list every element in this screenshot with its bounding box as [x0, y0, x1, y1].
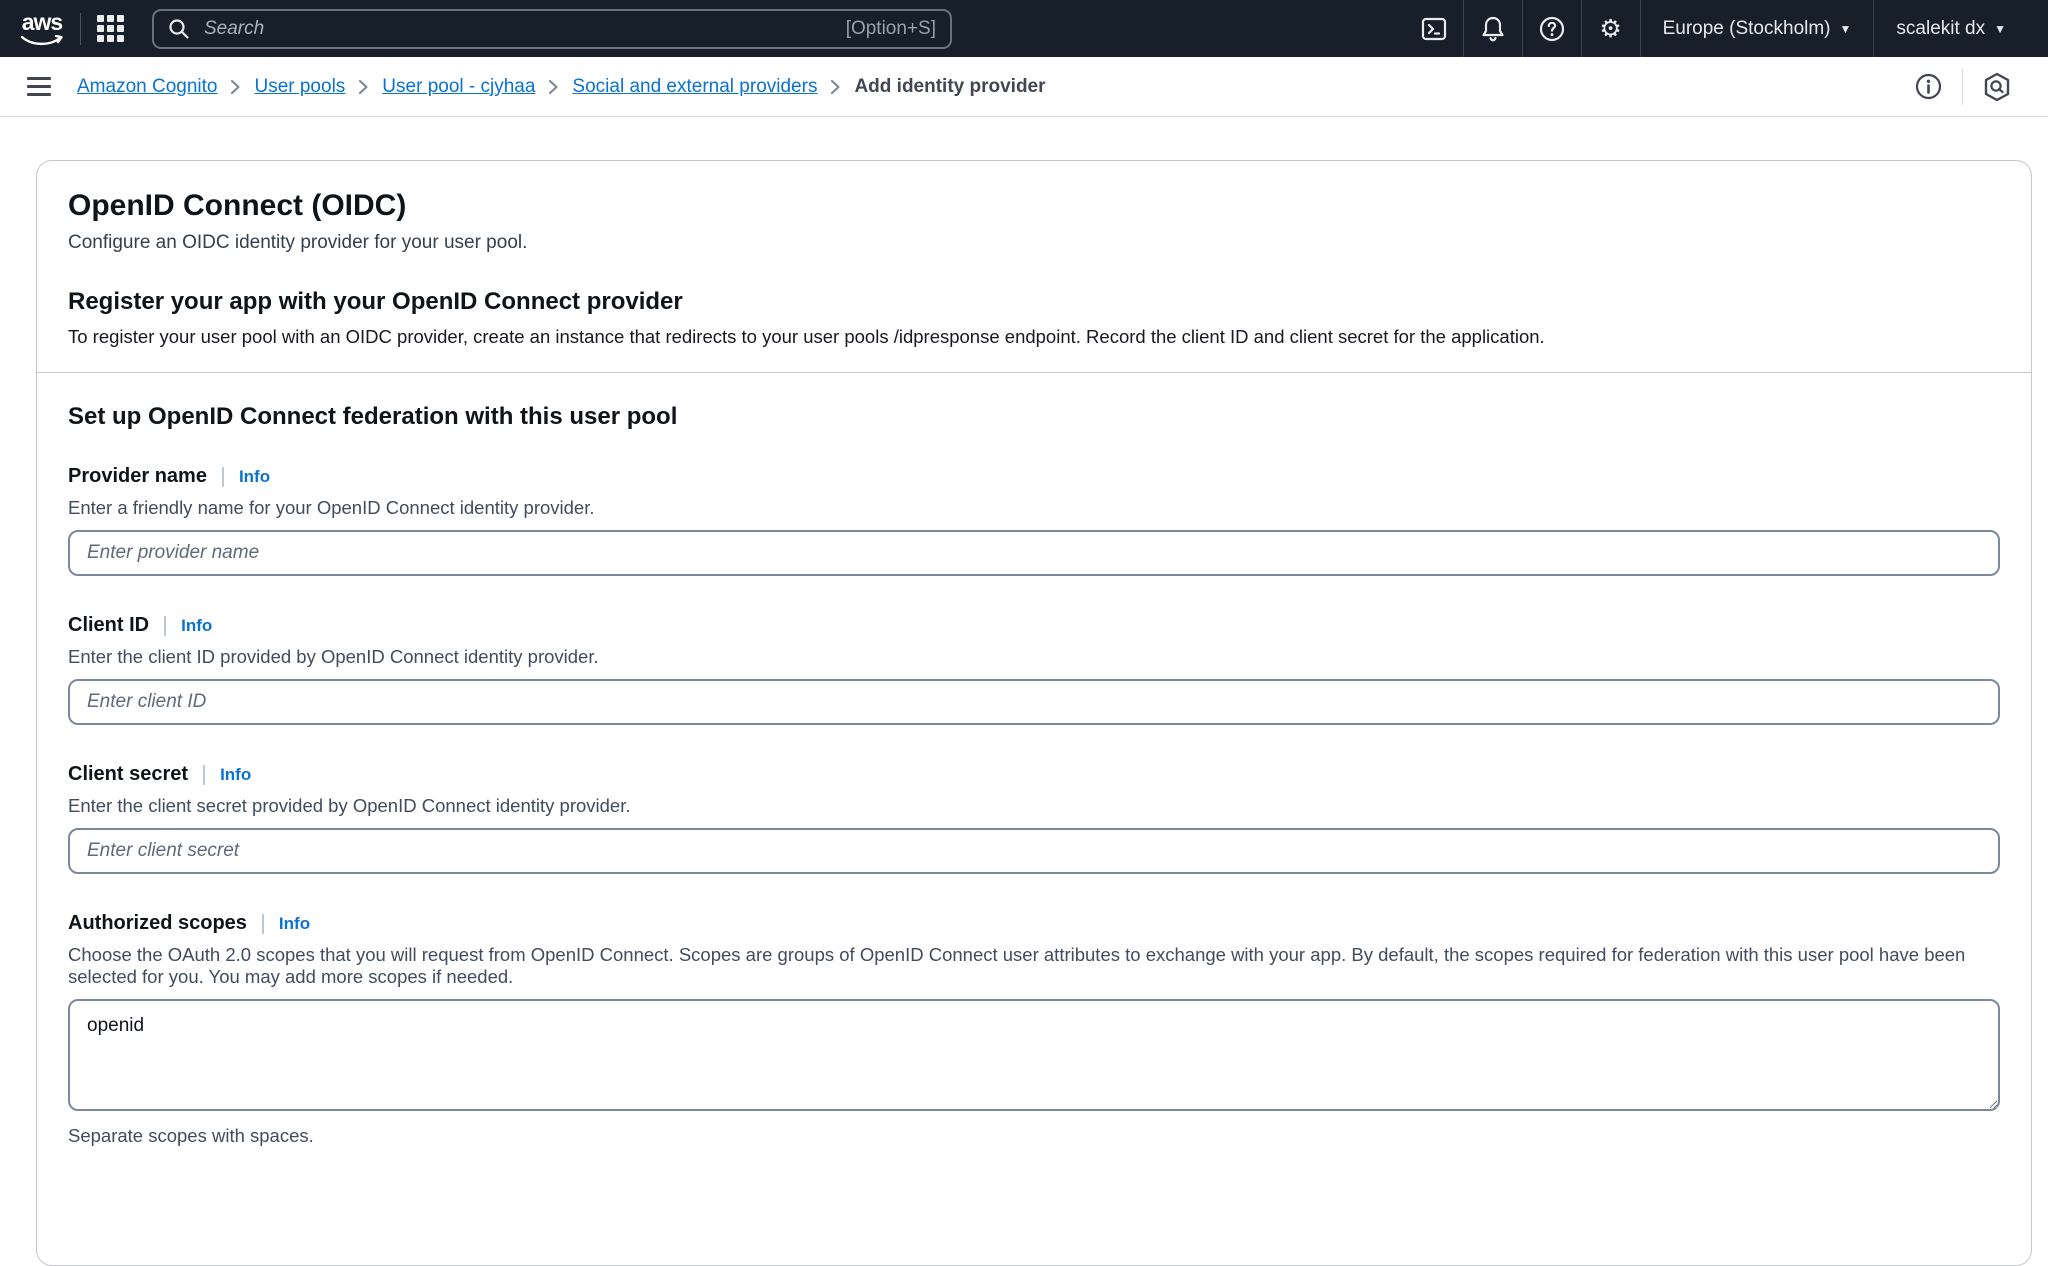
authorized-scopes-description: Choose the OAuth 2.0 scopes that you wil…: [68, 944, 2000, 988]
client-secret-label: Client secret: [68, 763, 188, 786]
section-divider: [37, 372, 2031, 373]
breadcrumb-right-tools: [1904, 69, 2021, 105]
amazon-q-button[interactable]: [1973, 72, 2021, 102]
settings-button[interactable]: ⚙: [1582, 0, 1640, 57]
label-divider: [203, 765, 205, 785]
page-subtitle: Configure an OIDC identity provider for …: [68, 232, 2000, 254]
client-secret-input[interactable]: [68, 828, 2000, 874]
search-input[interactable]: [202, 17, 834, 41]
aws-logo-text: aws: [22, 11, 62, 34]
scopes-constraint-text: Separate scopes with spaces.: [68, 1125, 2000, 1147]
client-secret-description: Enter the client secret provided by Open…: [68, 795, 2000, 817]
region-selector[interactable]: Europe (Stockholm) ▼: [1641, 0, 1874, 57]
provider-name-description: Enter a friendly name for your OpenID Co…: [68, 497, 2000, 519]
breadcrumb-chevron-icon: [358, 78, 369, 96]
provider-name-input[interactable]: [68, 530, 2000, 576]
client-id-input[interactable]: [68, 679, 2000, 725]
breadcrumb-link-cognito[interactable]: Amazon Cognito: [77, 76, 217, 98]
setup-federation-heading: Set up OpenID Connect federation with th…: [68, 403, 2000, 431]
topbar-right-group: ⚙ Europe (Stockholm) ▼ scalekit dx ▼: [1405, 0, 2028, 57]
client-id-field: Client ID Info Enter the client ID provi…: [68, 614, 2000, 725]
label-divider: [262, 914, 264, 934]
side-nav-toggle[interactable]: [27, 77, 51, 96]
register-app-heading: Register your app with your OpenID Conne…: [68, 288, 2000, 316]
chevron-down-icon: ▼: [1994, 22, 2006, 36]
client-secret-field: Client secret Info Enter the client secr…: [68, 763, 2000, 874]
global-search[interactable]: [Option+S]: [152, 9, 952, 49]
aws-logo[interactable]: aws: [20, 11, 64, 47]
info-circle-icon: [1915, 73, 1942, 100]
cloudshell-button[interactable]: [1405, 0, 1463, 57]
notifications-button[interactable]: [1464, 0, 1522, 57]
cloudshell-terminal-icon: [1421, 16, 1447, 42]
register-app-description: To register your user pool with an OIDC …: [68, 326, 2000, 348]
breadcrumb-link-user-pool-cjyhaa[interactable]: User pool - cjyhaa: [382, 76, 535, 98]
breadcrumb-chevron-icon: [230, 78, 241, 96]
breadcrumb-bar: Amazon Cognito User pools User pool - cj…: [0, 57, 2048, 117]
client-secret-info-link[interactable]: Info: [220, 765, 251, 785]
account-menu[interactable]: scalekit dx ▼: [1874, 0, 2028, 57]
client-id-info-link[interactable]: Info: [181, 616, 212, 636]
breadcrumb-current: Add identity provider: [854, 76, 1045, 98]
authorized-scopes-textarea[interactable]: openid: [68, 999, 2000, 1111]
search-shortcut-hint: [Option+S]: [846, 18, 936, 40]
breadcrumb-link-social-providers[interactable]: Social and external providers: [572, 76, 817, 98]
question-circle-icon: [1539, 16, 1565, 42]
breadcrumb-tools-separator: [1962, 69, 1963, 105]
breadcrumb-chevron-icon: [830, 78, 841, 96]
page-title: OpenID Connect (OIDC): [68, 189, 2000, 223]
help-button[interactable]: [1523, 0, 1581, 57]
region-label: Europe (Stockholm): [1663, 18, 1831, 40]
breadcrumb-chevron-icon: [548, 78, 559, 96]
aws-smile-icon: [20, 35, 64, 47]
account-label: scalekit dx: [1896, 18, 1985, 40]
authorized-scopes-label: Authorized scopes: [68, 912, 247, 935]
services-grid-icon[interactable]: [97, 15, 124, 42]
breadcrumb: Amazon Cognito User pools User pool - cj…: [77, 76, 1046, 98]
bell-icon: [1481, 16, 1505, 42]
search-icon: [168, 18, 190, 40]
breadcrumb-link-user-pools[interactable]: User pools: [254, 76, 345, 98]
label-divider: [164, 616, 166, 636]
chevron-down-icon: ▼: [1840, 22, 1852, 36]
provider-name-label: Provider name: [68, 465, 207, 488]
provider-name-field: Provider name Info Enter a friendly name…: [68, 465, 2000, 576]
authorized-scopes-info-link[interactable]: Info: [279, 914, 310, 934]
client-id-description: Enter the client ID provided by OpenID C…: [68, 646, 2000, 668]
client-id-label: Client ID: [68, 614, 149, 637]
info-panel-button[interactable]: [1904, 73, 1952, 100]
provider-name-info-link[interactable]: Info: [239, 467, 270, 487]
amazon-q-hexagon-icon: [1983, 72, 2011, 102]
aws-console-header: aws [Option+S]: [0, 0, 2048, 57]
authorized-scopes-field: Authorized scopes Info Choose the OAuth …: [68, 912, 2000, 1147]
oidc-provider-card: OpenID Connect (OIDC) Configure an OIDC …: [36, 160, 2032, 1266]
gear-icon: ⚙: [1599, 16, 1621, 41]
topbar-divider: [80, 13, 81, 45]
label-divider: [222, 467, 224, 487]
